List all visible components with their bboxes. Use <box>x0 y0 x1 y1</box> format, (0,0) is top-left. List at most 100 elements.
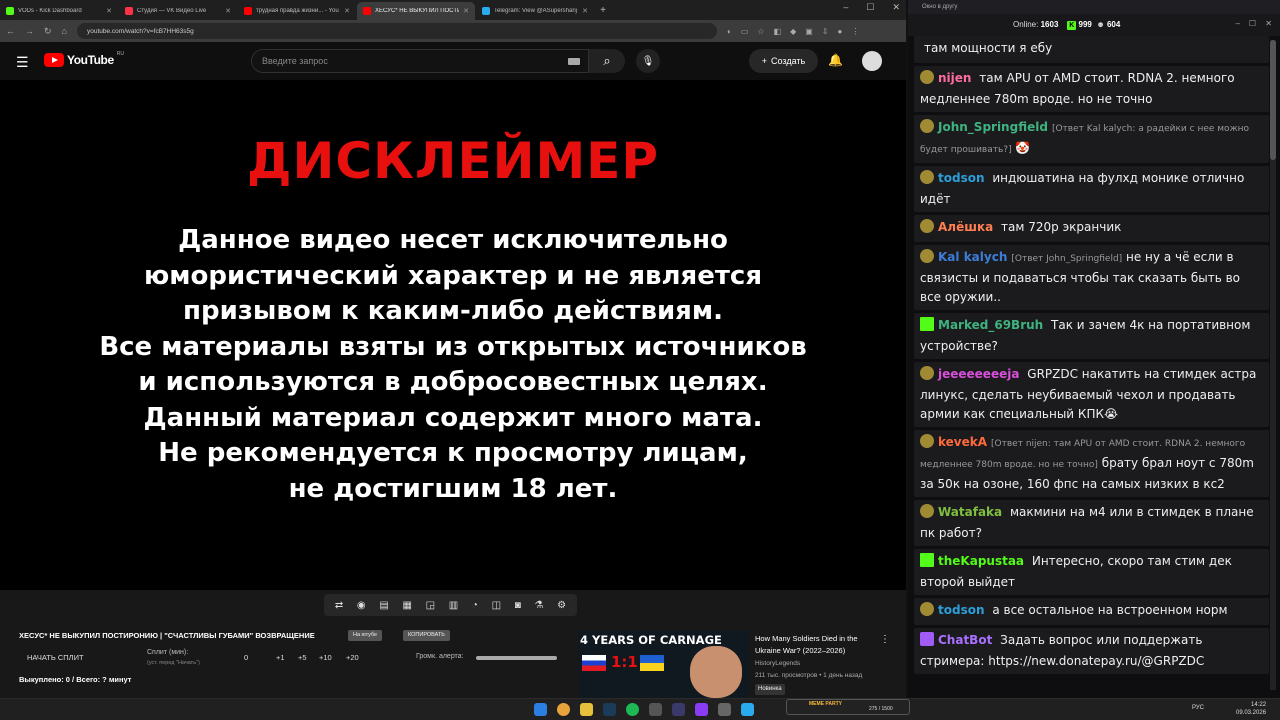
split-add-button[interactable]: +1 <box>276 653 285 662</box>
cast-icon[interactable]: ▭ <box>741 27 749 36</box>
address-bar: ← → ↻ ⌂ youtube.com/watch?v=fcB7HH63s5g … <box>0 20 906 42</box>
voice-search-button[interactable]: 🎙 <box>636 49 660 73</box>
screenshot-icon[interactable]: ▤ <box>379 600 388 611</box>
split-hint: (уст. перед "Начать") <box>147 660 200 666</box>
alert-volume-slider[interactable] <box>476 656 557 660</box>
chat-username[interactable]: Marked_69Bruh <box>938 318 1043 332</box>
ukraine-flag-icon <box>640 655 664 671</box>
recommendation-channel[interactable]: HistoryLegends <box>755 660 800 667</box>
split-add-button[interactable]: +10 <box>319 653 332 662</box>
extension-icon[interactable]: ▣ <box>805 27 813 36</box>
app-icon[interactable] <box>718 703 731 716</box>
close-icon[interactable]: ✕ <box>1265 19 1272 28</box>
chat-username[interactable]: theKapustaa <box>938 554 1024 568</box>
youtube-link-button[interactable]: На ютубе <box>348 630 383 641</box>
spotify-icon[interactable] <box>626 703 639 716</box>
chat-window: Окно в другу Online: 1603 K 999 ☻ 604 – … <box>908 0 1280 698</box>
tab-close-icon[interactable]: ✕ <box>106 7 112 15</box>
app-icon[interactable] <box>649 703 662 716</box>
chat-username[interactable]: John_Springfield <box>938 120 1048 134</box>
download-icon[interactable]: ⇩ <box>822 27 829 36</box>
close-icon[interactable]: ✕ <box>892 2 900 13</box>
captions-icon[interactable]: ▥ <box>449 600 458 611</box>
flask-icon[interactable]: ⚗ <box>535 600 544 611</box>
language-indicator[interactable]: РУС <box>1192 705 1204 711</box>
chat-username[interactable]: kevekA <box>938 435 987 449</box>
gear-icon[interactable]: ⚙ <box>557 600 566 611</box>
meme-party-widget[interactable]: MEME PARTY 275 / 1500 <box>786 699 910 715</box>
minimize-icon[interactable]: – <box>1236 19 1240 28</box>
hamburger-icon[interactable]: ☰ <box>16 54 29 71</box>
forward-icon[interactable]: → <box>25 26 34 36</box>
start-icon[interactable] <box>534 703 547 716</box>
search-input[interactable]: Введите запрос <box>251 49 589 73</box>
keyboard-icon[interactable] <box>568 58 580 65</box>
telegram-icon[interactable] <box>741 703 754 716</box>
clock[interactable]: 14:22 09.03.2026 <box>1236 701 1266 717</box>
filter-icon[interactable]: ◫ <box>492 600 501 611</box>
camera-icon[interactable]: ◙ <box>515 600 521 611</box>
home-icon[interactable]: ⌂ <box>62 26 67 36</box>
start-split-button[interactable]: НАЧАТЬ СПЛИТ <box>27 653 84 662</box>
avatar[interactable] <box>862 51 882 71</box>
browser-tab[interactable]: трудная правда жизни... - You ✕ <box>238 2 356 20</box>
youtube-logo[interactable]: YouTube RU <box>44 51 124 67</box>
steam-icon[interactable] <box>603 703 616 716</box>
tab-close-icon[interactable]: ✕ <box>344 7 350 15</box>
split-add-button[interactable]: +20 <box>346 653 359 662</box>
chat-username[interactable]: nijen <box>938 71 971 85</box>
create-label: Создать <box>771 56 806 66</box>
recommendation-title[interactable]: How Many Soldiers Died in the Ukraine Wa… <box>755 633 880 657</box>
recommendation-thumbnail[interactable]: 4 YEARS OF CARNAGE 1:1 <box>578 630 749 698</box>
chat-username[interactable]: todson <box>938 603 985 617</box>
bell-icon[interactable]: 🔔 <box>828 53 843 67</box>
chat-username[interactable]: Watafaka <box>938 505 1002 519</box>
copy-button[interactable]: КОПИРОВАТЬ <box>403 630 450 641</box>
browser-tab[interactable]: Telegram: View @ASupersharij ✕ <box>476 2 594 20</box>
search-button[interactable]: ⌕ <box>589 49 625 73</box>
broadcast-icon[interactable]: ◉ <box>357 600 366 611</box>
scrollbar-thumb[interactable] <box>1270 40 1276 160</box>
video-player[interactable]: ДИСКЛЕЙМЕР Данное видео несет исключител… <box>0 80 906 590</box>
speed-icon[interactable]: ◔ <box>472 600 478 611</box>
chrome-icon[interactable] <box>557 703 570 716</box>
url-field[interactable]: youtube.com/watch?v=fcB7HH63s5g <box>76 23 717 39</box>
menu-icon[interactable]: ⋮ <box>851 27 859 36</box>
user-badge-icon <box>920 553 934 567</box>
create-button[interactable]: + Создать <box>749 49 818 73</box>
new-badge: Новинка <box>755 684 785 695</box>
maximize-icon[interactable]: ☐ <box>1249 19 1256 28</box>
tab-close-icon[interactable]: ✕ <box>225 7 231 15</box>
chat-username[interactable]: todson <box>938 171 985 185</box>
chat-username[interactable]: ChatBot <box>938 633 992 647</box>
profile-icon[interactable]: ● <box>838 27 843 36</box>
browser-tab[interactable]: Студия — VK Видео Live ✕ <box>119 2 237 20</box>
minimize-icon[interactable]: – <box>843 2 848 13</box>
clip-icon[interactable]: ▦ <box>402 600 411 611</box>
extension-icon[interactable]: ◐ <box>727 27 732 36</box>
tab-close-icon[interactable]: ✕ <box>582 7 588 15</box>
chat-username[interactable]: Kal kalych <box>938 250 1007 264</box>
maximize-icon[interactable]: ☐ <box>866 2 874 13</box>
tab-close-icon[interactable]: ✕ <box>463 7 469 15</box>
thumbnail-title: 4 YEARS OF CARNAGE <box>580 633 722 647</box>
chat-message: Watafaka макмини на м4 или в стимдек в п… <box>914 500 1269 546</box>
extension-icon[interactable]: ◆ <box>790 27 796 36</box>
back-icon[interactable]: ← <box>6 26 15 36</box>
browser-tab[interactable]: ХЕСУС* НЕ ВЫКУПИЛ ПОСТИ ✕ <box>357 2 475 20</box>
extension-icon[interactable]: ◧ <box>774 27 782 36</box>
pip-icon[interactable]: ◲ <box>426 600 435 611</box>
new-tab-button[interactable]: + <box>595 2 611 20</box>
folder-icon[interactable] <box>580 703 593 716</box>
browser-tab[interactable]: VODs - Kick Dashboard ✕ <box>0 2 118 20</box>
chat-username[interactable]: Алёшка <box>938 220 993 234</box>
bookmark-icon[interactable]: ☆ <box>757 27 764 36</box>
reload-icon[interactable]: ↻ <box>44 26 52 37</box>
loop-icon[interactable]: ⇄ <box>335 600 343 611</box>
more-options-icon[interactable]: ⋮ <box>880 634 890 645</box>
app-icon[interactable] <box>695 703 708 716</box>
viewer-count: 604 <box>1106 20 1121 29</box>
app-icon[interactable] <box>672 703 685 716</box>
split-add-button[interactable]: +5 <box>298 653 307 662</box>
chat-username[interactable]: jeeeeeeeeja <box>938 367 1019 381</box>
